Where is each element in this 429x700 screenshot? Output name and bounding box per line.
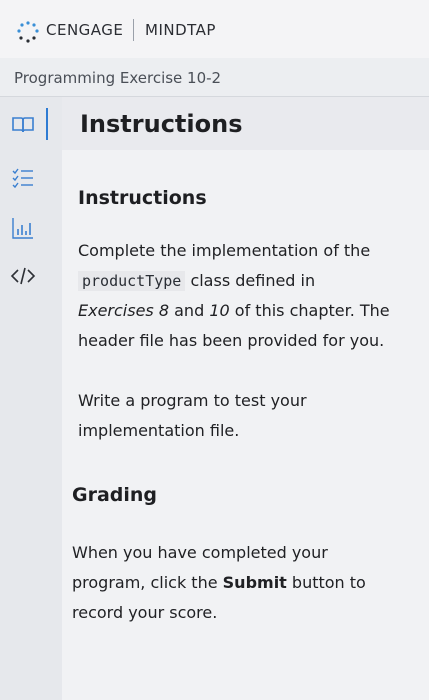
chart-icon[interactable]	[10, 215, 36, 241]
brand-name: CENGAGE	[46, 21, 124, 39]
brand-divider	[133, 19, 134, 41]
instructions-paragraph-1: Complete the implementation of the produ…	[78, 241, 390, 350]
code-icon[interactable]	[10, 263, 36, 289]
exercise-title: Programming Exercise 10-2	[14, 69, 222, 87]
instructions-paragraph-2: Write a program to test your implementat…	[78, 391, 307, 440]
checklist-icon[interactable]	[10, 165, 36, 191]
side-rail	[0, 97, 62, 700]
inline-code: productType	[78, 271, 186, 291]
active-tab-indicator	[46, 108, 48, 140]
tab-title: Instructions	[80, 110, 243, 138]
grading-heading: Grading	[72, 484, 158, 506]
product-name: MINDTAP	[145, 21, 216, 39]
grading-paragraph: When you have completed your program, cl…	[72, 543, 366, 622]
book-icon[interactable]	[10, 112, 36, 138]
cengage-logo-icon	[17, 21, 39, 43]
instructions-heading: Instructions	[78, 187, 207, 209]
app-header: CENGAGE MINDTAP	[0, 0, 429, 58]
submit-mention: Submit	[222, 573, 287, 592]
exercise-bar: Programming Exercise 10-2	[0, 58, 429, 97]
